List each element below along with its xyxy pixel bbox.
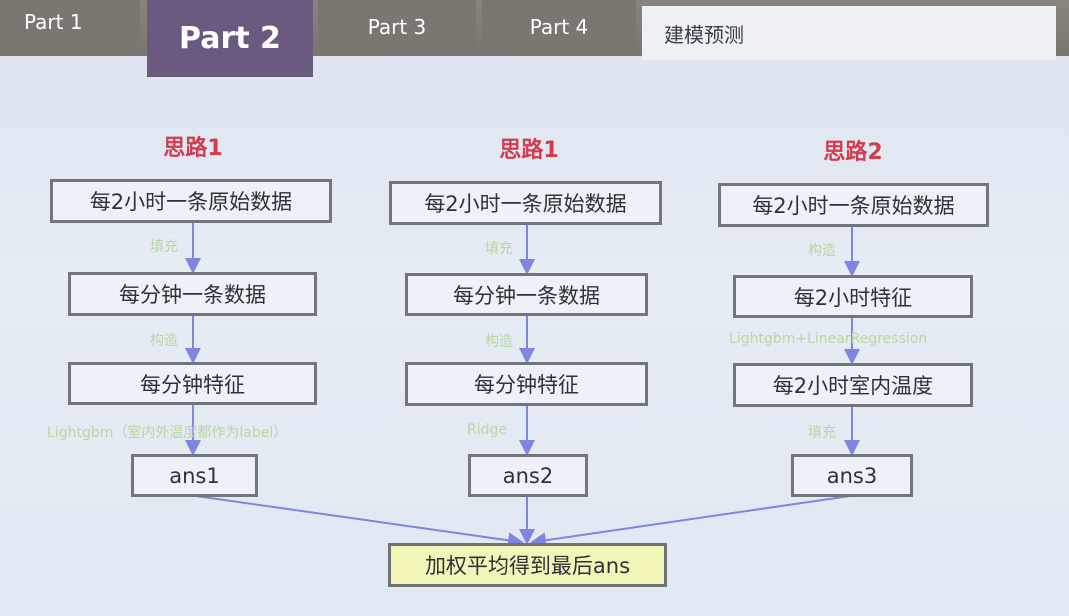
column-1-label-1: 填充	[150, 239, 178, 255]
column-2-minute-feature-box: 每分钟特征	[405, 362, 648, 406]
ans3-box: ans3	[791, 454, 913, 497]
column-3-label-2: Lightgbm+LinearRegression	[729, 331, 928, 347]
column-1-raw-data-box: 每2小时一条原始数据	[50, 179, 332, 223]
column-3-label-1: 构造	[808, 243, 836, 259]
column-1-minute-feature-box: 每分钟特征	[68, 362, 317, 405]
ans2-box: ans2	[468, 454, 588, 497]
column-3-raw-data-box: 每2小时一条原始数据	[718, 183, 989, 227]
ans1-box: ans1	[131, 454, 258, 497]
column-2-minute-data-box: 每分钟一条数据	[405, 273, 648, 316]
column-1-label-3: Lightgbm（室内外温度都作为label）	[47, 425, 288, 441]
column-3-2hour-feature-box: 每2小时特征	[733, 275, 973, 318]
weighted-average-final-box: 加权平均得到最后ans	[388, 543, 667, 587]
column-3-label-3: 填充	[808, 425, 836, 441]
column-3-heading: 思路2	[823, 140, 883, 165]
column-2-label-2: 构造	[485, 334, 513, 350]
column-2-label-3: Ridge	[467, 422, 508, 438]
column-2-label-1: 填充	[485, 241, 513, 257]
column-1-heading: 思路1	[163, 136, 223, 161]
column-1-minute-data-box: 每分钟一条数据	[68, 272, 317, 316]
column-1-label-2: 构造	[150, 333, 178, 349]
column-3-indoor-temp-box: 每2小时室内温度	[733, 363, 973, 407]
arrow-ans3-final	[530, 495, 851, 549]
column-2-heading: 思路1	[499, 138, 559, 163]
arrow-ans1-final	[195, 495, 524, 549]
column-2-raw-data-box: 每2小时一条原始数据	[389, 181, 662, 225]
